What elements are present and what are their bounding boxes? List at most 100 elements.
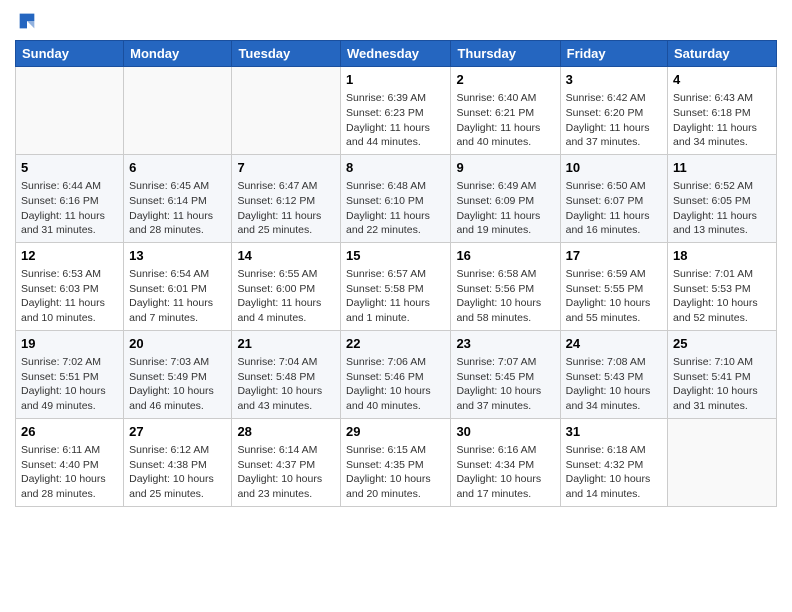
day-info: Sunrise: 6:16 AMSunset: 4:34 PMDaylight:… — [456, 443, 554, 502]
day-info: Sunrise: 7:01 AMSunset: 5:53 PMDaylight:… — [673, 267, 771, 326]
day-number: 31 — [566, 423, 662, 441]
day-number: 26 — [21, 423, 118, 441]
day-info: Sunrise: 6:44 AMSunset: 6:16 PMDaylight:… — [21, 179, 118, 238]
calendar-cell: 28 Sunrise: 6:14 AMSunset: 4:37 PMDayligh… — [232, 418, 341, 506]
weekday-header-thursday: Thursday — [451, 41, 560, 67]
day-info: Sunrise: 6:18 AMSunset: 4:32 PMDaylight:… — [566, 443, 662, 502]
day-number: 28 — [237, 423, 335, 441]
calendar-cell: 4Sunrise: 6:43 AMSunset: 6:18 PMDaylight… — [668, 67, 777, 155]
day-info: Sunrise: 6:57 AMSunset: 5:58 PMDaylight:… — [346, 267, 445, 326]
day-info: Sunrise: 6:39 AMSunset: 6:23 PMDaylight:… — [346, 91, 445, 150]
day-info: Sunrise: 6:45 AMSunset: 6:14 PMDaylight:… — [129, 179, 226, 238]
calendar-cell: 20 Sunrise: 7:03 AMSunset: 5:49 PMDayligh… — [124, 330, 232, 418]
day-info: Sunrise: 7:08 AMSunset: 5:43 PMDaylight:… — [566, 355, 662, 414]
calendar-cell: 30 Sunrise: 6:16 AMSunset: 4:34 PMDayligh… — [451, 418, 560, 506]
calendar-cell: 27 Sunrise: 6:12 AMSunset: 4:38 PMDayligh… — [124, 418, 232, 506]
calendar-cell: 11 Sunrise: 6:52 AMSunset: 6:05 PMDayligh… — [668, 154, 777, 242]
day-number: 16 — [456, 247, 554, 265]
calendar-cell: 8 Sunrise: 6:48 AMSunset: 6:10 PMDaylight… — [341, 154, 451, 242]
day-info: Sunrise: 6:54 AMSunset: 6:01 PMDaylight:… — [129, 267, 226, 326]
day-info: Sunrise: 6:53 AMSunset: 6:03 PMDaylight:… — [21, 267, 118, 326]
day-number: 13 — [129, 247, 226, 265]
calendar-cell: 16 Sunrise: 6:58 AMSunset: 5:56 PMDayligh… — [451, 242, 560, 330]
calendar-cell — [232, 67, 341, 155]
calendar-cell: 21 Sunrise: 7:04 AMSunset: 5:48 PMDayligh… — [232, 330, 341, 418]
day-number: 15 — [346, 247, 445, 265]
calendar-table: SundayMondayTuesdayWednesdayThursdayFrid… — [15, 40, 777, 507]
calendar-cell: 9 Sunrise: 6:49 AMSunset: 6:09 PMDaylight… — [451, 154, 560, 242]
calendar-cell — [124, 67, 232, 155]
day-number: 8 — [346, 159, 445, 177]
day-info: Sunrise: 6:14 AMSunset: 4:37 PMDaylight:… — [237, 443, 335, 502]
weekday-header-monday: Monday — [124, 41, 232, 67]
day-info: Sunrise: 6:58 AMSunset: 5:56 PMDaylight:… — [456, 267, 554, 326]
calendar-cell: 2Sunrise: 6:40 AMSunset: 6:21 PMDaylight… — [451, 67, 560, 155]
day-number: 14 — [237, 247, 335, 265]
day-info: Sunrise: 6:59 AMSunset: 5:55 PMDaylight:… — [566, 267, 662, 326]
day-number: 5 — [21, 159, 118, 177]
day-number: 27 — [129, 423, 226, 441]
day-number: 10 — [566, 159, 662, 177]
day-info: Sunrise: 7:03 AMSunset: 5:49 PMDaylight:… — [129, 355, 226, 414]
day-info: Sunrise: 7:04 AMSunset: 5:48 PMDaylight:… — [237, 355, 335, 414]
day-info: Sunrise: 6:48 AMSunset: 6:10 PMDaylight:… — [346, 179, 445, 238]
day-number: 23 — [456, 335, 554, 353]
day-number: 29 — [346, 423, 445, 441]
day-number: 7 — [237, 159, 335, 177]
day-info: Sunrise: 6:11 AMSunset: 4:40 PMDaylight:… — [21, 443, 118, 502]
calendar-cell: 12 Sunrise: 6:53 AMSunset: 6:03 PMDayligh… — [16, 242, 124, 330]
day-info: Sunrise: 7:07 AMSunset: 5:45 PMDaylight:… — [456, 355, 554, 414]
calendar-cell: 14 Sunrise: 6:55 AMSunset: 6:00 PMDayligh… — [232, 242, 341, 330]
weekday-header-wednesday: Wednesday — [341, 41, 451, 67]
day-info: Sunrise: 6:40 AMSunset: 6:21 PMDaylight:… — [456, 91, 554, 150]
calendar-cell: 26 Sunrise: 6:11 AMSunset: 4:40 PMDayligh… — [16, 418, 124, 506]
calendar-cell: 31 Sunrise: 6:18 AMSunset: 4:32 PMDayligh… — [560, 418, 667, 506]
calendar-cell: 5 Sunrise: 6:44 AMSunset: 6:16 PMDaylight… — [16, 154, 124, 242]
calendar-cell — [16, 67, 124, 155]
logo-icon — [16, 10, 38, 32]
calendar-cell: 1 Sunrise: 6:39 AMSunset: 6:23 PMDaylight… — [341, 67, 451, 155]
weekday-header-sunday: Sunday — [16, 41, 124, 67]
day-number: 6 — [129, 159, 226, 177]
calendar-cell: 10 Sunrise: 6:50 AMSunset: 6:07 PMDayligh… — [560, 154, 667, 242]
day-number: 24 — [566, 335, 662, 353]
calendar-cell: 29 Sunrise: 6:15 AMSunset: 4:35 PMDayligh… — [341, 418, 451, 506]
weekday-header-saturday: Saturday — [668, 41, 777, 67]
calendar-cell: 15 Sunrise: 6:57 AMSunset: 5:58 PMDayligh… — [341, 242, 451, 330]
day-number: 19 — [21, 335, 118, 353]
page: SundayMondayTuesdayWednesdayThursdayFrid… — [0, 0, 792, 522]
day-number: 11 — [673, 159, 771, 177]
day-number: 30 — [456, 423, 554, 441]
day-number: 17 — [566, 247, 662, 265]
day-info: Sunrise: 6:55 AMSunset: 6:00 PMDaylight:… — [237, 267, 335, 326]
header — [15, 10, 777, 32]
calendar-cell: 17 Sunrise: 6:59 AMSunset: 5:55 PMDayligh… — [560, 242, 667, 330]
day-info: Sunrise: 6:49 AMSunset: 6:09 PMDaylight:… — [456, 179, 554, 238]
day-number: 1 — [346, 71, 445, 89]
day-info: Sunrise: 6:47 AMSunset: 6:12 PMDaylight:… — [237, 179, 335, 238]
day-number: 18 — [673, 247, 771, 265]
calendar-cell: 7 Sunrise: 6:47 AMSunset: 6:12 PMDaylight… — [232, 154, 341, 242]
day-number: 12 — [21, 247, 118, 265]
calendar-cell: 13 Sunrise: 6:54 AMSunset: 6:01 PMDayligh… — [124, 242, 232, 330]
day-number: 21 — [237, 335, 335, 353]
calendar-cell: 18 Sunrise: 7:01 AMSunset: 5:53 PMDayligh… — [668, 242, 777, 330]
calendar-cell: 22 Sunrise: 7:06 AMSunset: 5:46 PMDayligh… — [341, 330, 451, 418]
calendar-cell: 25Sunrise: 7:10 AMSunset: 5:41 PMDayligh… — [668, 330, 777, 418]
day-info: Sunrise: 7:10 AMSunset: 5:41 PMDaylight:… — [673, 355, 771, 414]
weekday-header-tuesday: Tuesday — [232, 41, 341, 67]
day-info: Sunrise: 6:52 AMSunset: 6:05 PMDaylight:… — [673, 179, 771, 238]
day-number: 9 — [456, 159, 554, 177]
calendar-cell — [668, 418, 777, 506]
day-info: Sunrise: 6:50 AMSunset: 6:07 PMDaylight:… — [566, 179, 662, 238]
calendar-cell: 23 Sunrise: 7:07 AMSunset: 5:45 PMDayligh… — [451, 330, 560, 418]
day-info: Sunrise: 7:06 AMSunset: 5:46 PMDaylight:… — [346, 355, 445, 414]
day-info: Sunrise: 6:42 AMSunset: 6:20 PMDaylight:… — [566, 91, 662, 150]
calendar-cell: 6 Sunrise: 6:45 AMSunset: 6:14 PMDaylight… — [124, 154, 232, 242]
calendar-cell: 19 Sunrise: 7:02 AMSunset: 5:51 PMDayligh… — [16, 330, 124, 418]
day-info: Sunrise: 6:15 AMSunset: 4:35 PMDaylight:… — [346, 443, 445, 502]
day-info: Sunrise: 7:02 AMSunset: 5:51 PMDaylight:… — [21, 355, 118, 414]
day-number: 22 — [346, 335, 445, 353]
day-number: 20 — [129, 335, 226, 353]
day-info: Sunrise: 6:12 AMSunset: 4:38 PMDaylight:… — [129, 443, 226, 502]
